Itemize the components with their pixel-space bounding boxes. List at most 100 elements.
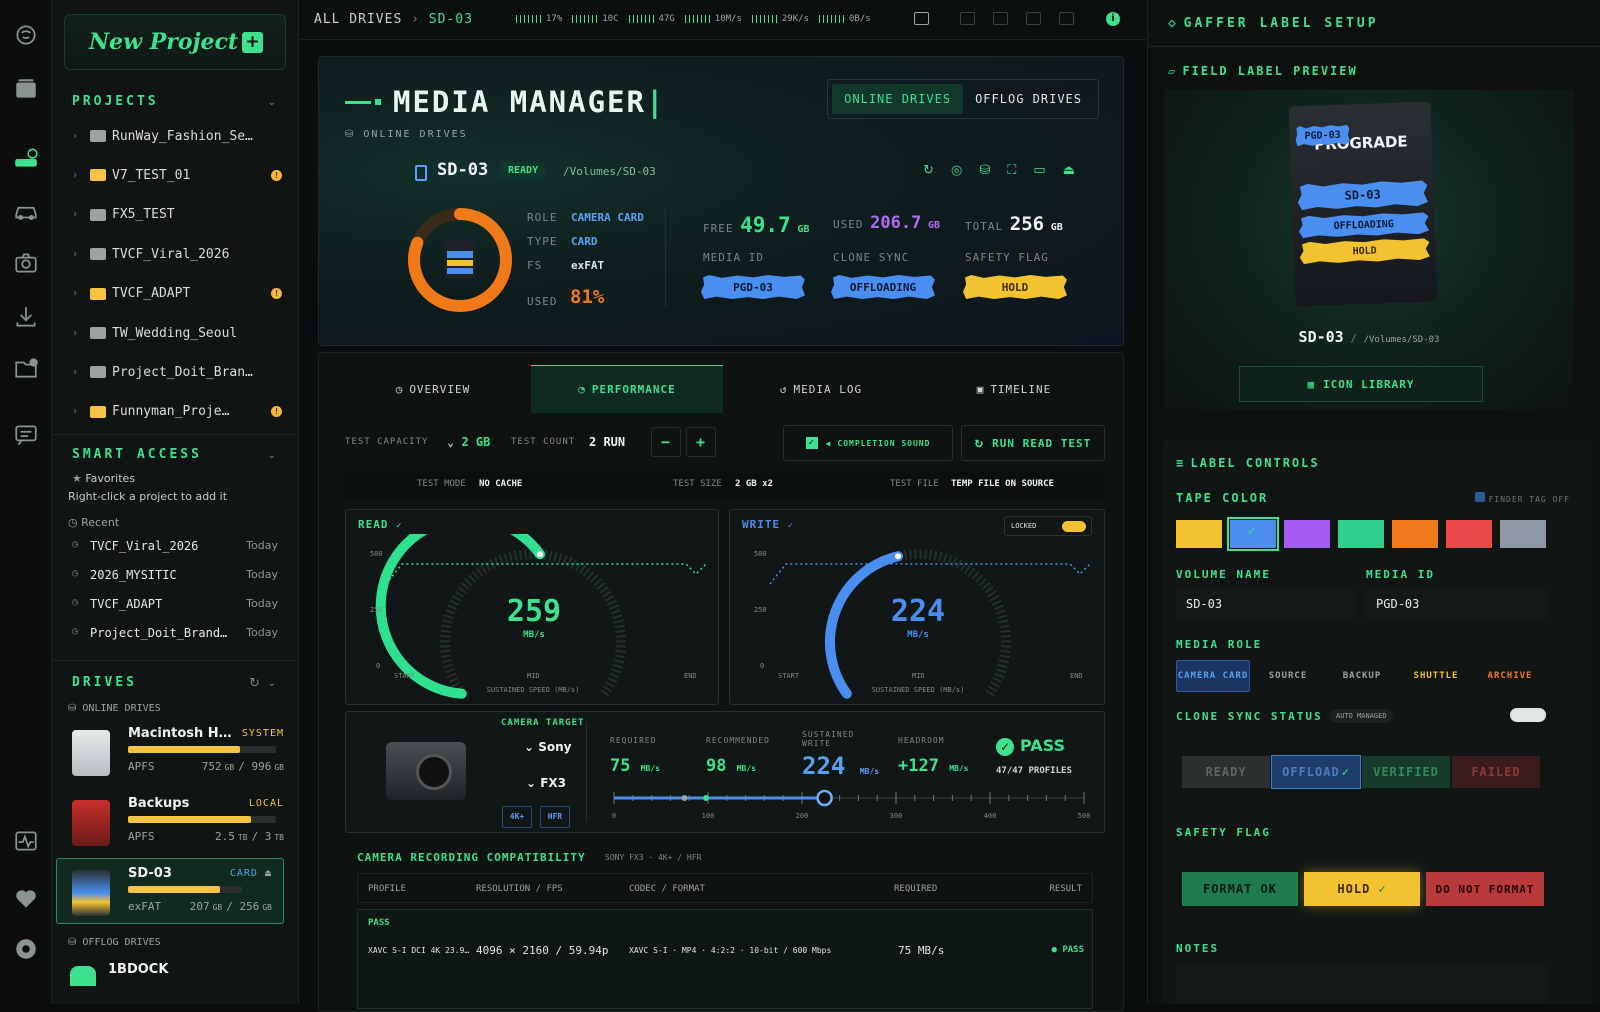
tape-color-swatch[interactable] <box>1500 520 1546 548</box>
folder-icon[interactable]: ▭ <box>1033 163 1045 178</box>
project-item[interactable]: › Project_Doit_Bran… <box>72 359 282 385</box>
project-item[interactable]: › FX5_TEST <box>72 202 282 228</box>
refresh-icon[interactable]: ↻ <box>249 676 260 691</box>
recommended-value: 98 MB/s <box>706 756 756 776</box>
gear-icon[interactable] <box>11 934 41 964</box>
increment-button[interactable]: + <box>686 427 716 457</box>
sparkline-icon <box>628 15 655 23</box>
brain-icon[interactable] <box>11 20 41 50</box>
icon-library-button[interactable]: ▦ ICON LIBRARY <box>1239 366 1483 402</box>
activity-icon[interactable] <box>11 826 41 856</box>
notes-input[interactable] <box>1176 964 1546 1004</box>
eject-icon[interactable]: ⏏ <box>258 868 272 879</box>
car-icon[interactable] <box>11 196 41 226</box>
play-icon[interactable] <box>1059 12 1074 25</box>
test-size-value: 2 GB x2 <box>735 479 773 489</box>
status-ready[interactable]: READY <box>1182 756 1270 788</box>
tape-color-swatch[interactable] <box>1392 520 1438 548</box>
project-item[interactable]: › TVCF_Viral_2026 <box>72 241 282 267</box>
info-icon[interactable]: i <box>1106 12 1120 26</box>
slider-thumb[interactable] <box>816 789 833 807</box>
chat-icon[interactable] <box>11 420 41 450</box>
finder-tag-toggle[interactable]: FINDER TAG OFF <box>1474 492 1570 504</box>
status-offload[interactable]: OFFLOAD ✓ <box>1271 755 1361 789</box>
chevron-down-icon[interactable]: ⌄ <box>268 678 276 689</box>
badge-hfr[interactable]: HFR <box>540 806 570 828</box>
media-id-input[interactable]: PGD-03 <box>1366 588 1546 620</box>
tape-color-swatch[interactable] <box>1338 520 1384 548</box>
breadcrumb-root[interactable]: ALL DRIVES <box>314 12 402 27</box>
axis-label: 250 <box>370 606 383 614</box>
offlog-drives-tab[interactable]: OFFLOG DRIVES <box>963 84 1094 114</box>
tape-color-swatch[interactable] <box>1284 520 1330 548</box>
speed-slider[interactable]: 0 100 200 300 400 500 <box>604 786 1094 822</box>
lock-toggle[interactable]: LOCKED <box>1004 516 1092 536</box>
chevron-down-icon[interactable]: ⌄ <box>268 97 276 108</box>
role-camera-card[interactable]: CAMERA CARD <box>1176 660 1250 692</box>
speed-icon[interactable]: ◎ <box>951 163 962 178</box>
recent-item[interactable]: ◷ 2026_MYSITIC Today <box>72 568 278 582</box>
flag-do-not-format[interactable]: DO NOT FORMAT <box>1426 872 1544 906</box>
new-project-button[interactable]: New Project + <box>64 14 286 70</box>
heart-pulse-icon[interactable] <box>11 884 41 914</box>
tape-color-swatch[interactable] <box>1176 520 1222 548</box>
camera-icon[interactable] <box>11 248 41 278</box>
media-id-field-label: MEDIA ID <box>1366 568 1435 581</box>
sidebar-toggle-icon[interactable] <box>914 12 929 25</box>
online-drives-tab[interactable]: ONLINE DRIVES <box>832 84 964 114</box>
role-value: CAMERA CARD <box>571 211 644 224</box>
chevron-down-icon[interactable]: ⌄ <box>268 450 276 461</box>
drives-icon[interactable] <box>11 144 41 174</box>
status-failed[interactable]: FAILED <box>1452 756 1540 788</box>
tab-performance[interactable]: ◔ PERFORMANCE <box>531 365 723 413</box>
capacity-select[interactable]: ⌄ 2 GB <box>447 435 490 449</box>
layout-icon[interactable] <box>960 12 975 25</box>
layout-split-icon[interactable] <box>993 12 1008 25</box>
recent-item[interactable]: ◷ TVCF_Viral_2026 Today <box>72 539 278 553</box>
project-item[interactable]: › TW_Wedding_Seoul <box>72 320 282 346</box>
project-item[interactable]: › TVCF_ADAPT! <box>72 281 282 307</box>
breadcrumb-separator: › <box>411 12 420 27</box>
run-read-test-button[interactable]: ↻ RUN READ TEST <box>961 425 1105 461</box>
drive-item[interactable]: Backups LOCAL APFS 2.5 TB/ 3 TB <box>72 796 284 856</box>
tape-color-swatch[interactable]: ✓ <box>1227 517 1279 551</box>
role-backup[interactable]: BACKUP <box>1326 660 1398 692</box>
role-source[interactable]: SOURCE <box>1252 660 1324 692</box>
refresh-icon[interactable]: ↻ <box>923 163 934 178</box>
project-item[interactable]: › Funnyman_Proje…! <box>72 399 282 425</box>
camera-brand-select[interactable]: ⌄ Sony <box>524 740 572 754</box>
drive-item[interactable]: SD-03 CARD ⏏ exFAT 207 GB/ 256 GB <box>56 858 286 926</box>
expand-icon[interactable]: ⛶ <box>1007 163 1016 178</box>
flag-hold[interactable]: HOLD ✓ <box>1304 872 1420 906</box>
tape-color-swatch[interactable] <box>1446 520 1492 548</box>
drive-name: SD-03 <box>128 866 172 881</box>
badge-4k[interactable]: 4K+ <box>502 806 532 828</box>
project-item[interactable]: › RunWay_Fashion_Se… <box>72 123 282 149</box>
tab-media-log[interactable]: ↺ MEDIA LOG <box>723 365 919 413</box>
camera-model-select[interactable]: ⌄ FX3 <box>526 776 566 790</box>
title-accent-dot <box>375 99 381 105</box>
download-icon[interactable] <box>11 302 41 332</box>
table-row[interactable]: XAVC S-I DCI 4K 23.9… 4096 × 2160 / 59.9… <box>368 944 1084 964</box>
tab-timeline[interactable]: ▣ TIMELINE <box>919 365 1109 413</box>
layout-grid-icon[interactable] <box>1026 12 1041 25</box>
project-item[interactable]: › V7_TEST_01! <box>72 162 282 188</box>
volume-name-input[interactable]: SD-03 <box>1176 588 1354 620</box>
status-verified[interactable]: VERIFIED <box>1362 756 1450 788</box>
recent-item[interactable]: ◷ TVCF_ADAPT Today <box>72 597 278 611</box>
auto-managed-toggle[interactable] <box>1510 708 1546 722</box>
eject-icon[interactable]: ⏏ <box>1063 163 1075 178</box>
flag-format-ok[interactable]: FORMAT OK <box>1182 872 1298 906</box>
offlog-drive-name[interactable]: 1BDOCK <box>108 962 168 977</box>
role-shuttle[interactable]: SHUTTLE <box>1400 660 1472 692</box>
tab-overview[interactable]: ◷ OVERVIEW <box>335 365 531 413</box>
drive-icon[interactable]: ⛁ <box>979 163 990 178</box>
role-archive[interactable]: ARCHIVE <box>1474 660 1546 692</box>
stack-icon[interactable] <box>11 74 41 104</box>
completion-sound-toggle[interactable]: ✓ ◀ COMPLETION SOUND <box>783 425 953 461</box>
recent-item[interactable]: ◷ Project_Doit_Brand… Today <box>72 626 278 640</box>
folder-help-icon[interactable] <box>11 354 41 384</box>
toggle-switch <box>1062 521 1086 532</box>
drive-item[interactable]: Macintosh H… SYSTEM APFS 752 GB/ 996 GB <box>72 726 284 786</box>
decrement-button[interactable]: − <box>651 427 681 457</box>
